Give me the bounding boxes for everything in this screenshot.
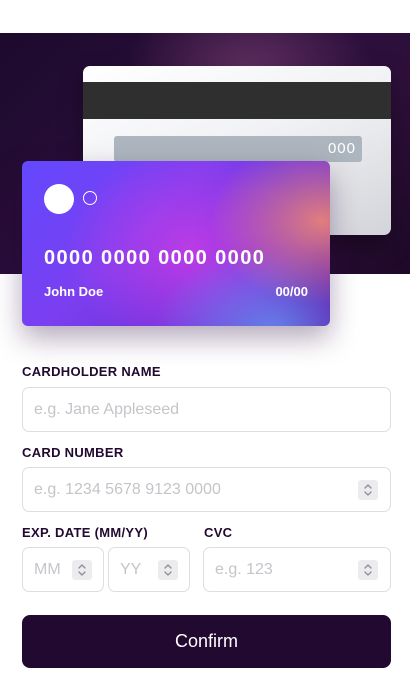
card-number-label: CARD NUMBER — [22, 445, 124, 460]
card-logo-circle-outline — [83, 191, 97, 205]
exp-year-input[interactable] — [120, 548, 154, 591]
confirm-button[interactable]: Confirm — [22, 615, 391, 668]
cvc-field — [203, 547, 391, 592]
exp-year-field — [108, 547, 190, 592]
card-logo-circle-filled — [44, 184, 74, 214]
card-front-expiry: 00/00 — [275, 284, 308, 299]
cvc-label: CVC — [204, 525, 233, 540]
card-number-input[interactable] — [34, 468, 355, 511]
cvc-stepper[interactable] — [358, 560, 378, 580]
exp-date-label: EXP. DATE (MM/YY) — [22, 525, 148, 540]
stepper-arrows-icon — [164, 564, 172, 576]
signature-strip — [114, 136, 362, 162]
stepper-arrows-icon — [78, 564, 86, 576]
cardholder-name-label: CARDHOLDER NAME — [22, 364, 161, 379]
exp-year-stepper[interactable] — [158, 560, 178, 580]
card-front-name: John Doe — [44, 284, 104, 299]
card-back-cvc: 000 — [327, 140, 356, 157]
cardholder-name-input[interactable] — [34, 388, 374, 431]
card-number-field — [22, 467, 391, 512]
card-number-stepper[interactable] — [358, 480, 378, 500]
exp-month-stepper[interactable] — [72, 560, 92, 580]
stepper-arrows-icon — [364, 484, 372, 496]
magnetic-stripe — [83, 82, 391, 119]
cardholder-name-field — [22, 387, 391, 432]
cvc-input[interactable] — [215, 548, 355, 591]
stepper-arrows-icon — [364, 564, 372, 576]
exp-month-field — [22, 547, 104, 592]
card-front-number: 0000 0000 0000 0000 — [44, 247, 266, 269]
card-front: 0000 0000 0000 0000 John Doe 00/00 — [22, 161, 330, 326]
exp-month-input[interactable] — [34, 548, 68, 591]
